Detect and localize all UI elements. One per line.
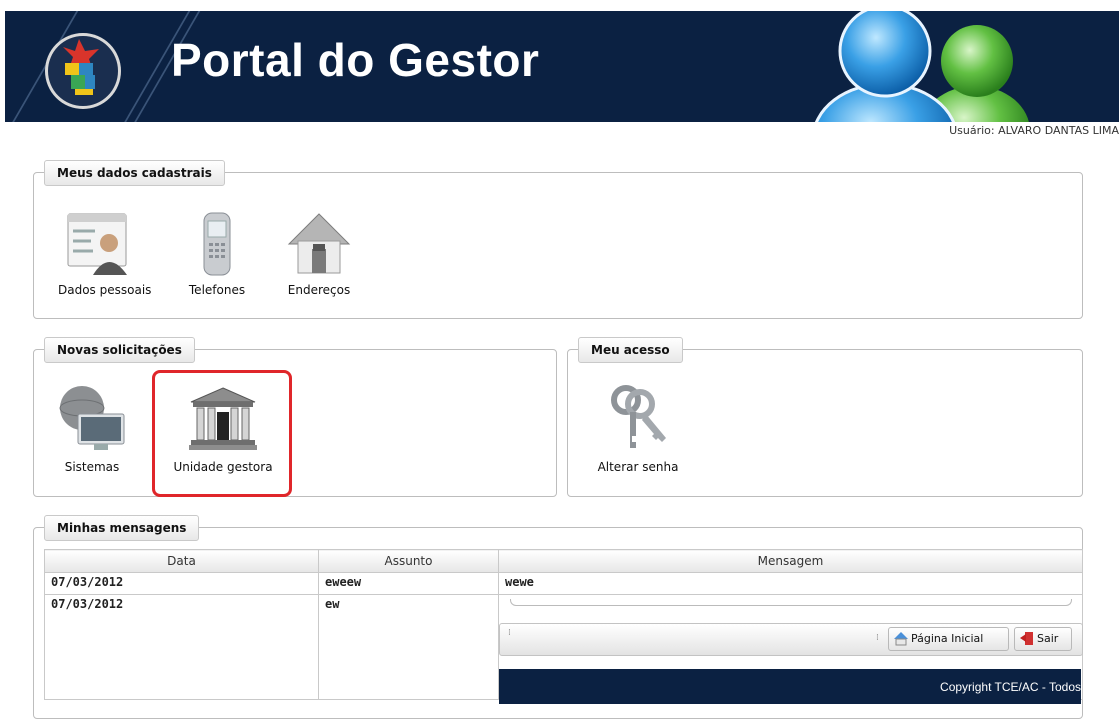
- column-header[interactable]: Assunto: [318, 549, 499, 573]
- exit-button[interactable]: Sair: [1014, 627, 1072, 651]
- mensagens-legend: Minhas mensagens: [44, 515, 200, 541]
- tile-telefones[interactable]: Telefones: [182, 211, 252, 297]
- meus-dados-legend: Meus dados cadastrais: [44, 160, 225, 186]
- toolbar-separator-icon: ⁞: [876, 633, 879, 643]
- meus-dados-panel: Meus dados cadastrais Dados pessoais Tel…: [33, 160, 1083, 319]
- footer-bar: Copyright TCE/AC - Todos: [499, 669, 1081, 704]
- tile-label: Telefones: [188, 283, 246, 297]
- user-label: Usuário: ALVARO DANTAS LIMA: [949, 124, 1119, 137]
- mobile-phone-icon: [203, 212, 231, 276]
- home-button-label: Página Inicial: [911, 632, 984, 645]
- id-card-person-icon: [67, 213, 127, 275]
- tile-label: Dados pessoais: [58, 283, 152, 297]
- tile-sistemas[interactable]: Sistemas: [56, 382, 128, 474]
- cell-mensagem: wewe: [498, 572, 1083, 595]
- cell-assunto: eweew: [318, 572, 499, 595]
- meu-acesso-panel: Meu acesso Alterar senha: [567, 337, 1083, 497]
- cell-data: 07/03/2012: [44, 594, 319, 700]
- tile-alterar-senha[interactable]: Alterar senha: [588, 382, 688, 474]
- home-button[interactable]: Página Inicial: [888, 627, 1009, 651]
- message-panel-edge: [510, 599, 1072, 606]
- bottom-toolbar: ⁞ ⁞ Página Inicial Sair: [499, 623, 1083, 656]
- house-icon: [287, 213, 351, 274]
- meu-acesso-legend: Meu acesso: [578, 337, 683, 363]
- tile-label: Alterar senha: [597, 460, 679, 474]
- globe-monitor-icon: [59, 386, 125, 450]
- tile-label: Sistemas: [64, 460, 120, 474]
- cell-data: 07/03/2012: [44, 572, 319, 595]
- keys-icon: [611, 385, 666, 448]
- page-title: Portal do Gestor: [171, 34, 540, 86]
- column-header[interactable]: Mensagem: [498, 549, 1083, 573]
- tile-label: Endereços: [287, 283, 351, 297]
- exit-icon: [1020, 632, 1033, 645]
- portal-logo: [45, 33, 121, 109]
- cell-assunto: ew: [318, 594, 499, 700]
- column-header[interactable]: Data: [44, 549, 319, 573]
- header-banner: Portal do Gestor: [5, 11, 1119, 122]
- copyright-text: Copyright TCE/AC - Todos: [940, 680, 1081, 694]
- novas-solicitacoes-legend: Novas solicitações: [44, 337, 195, 363]
- toolbar-grip-icon: ⁞: [508, 628, 511, 638]
- table-row[interactable]: 07/03/2012 eweew wewe: [44, 572, 1083, 595]
- tile-enderecos[interactable]: Endereços: [284, 211, 354, 297]
- selection-highlight: [152, 370, 292, 497]
- tile-dados-pessoais[interactable]: Dados pessoais: [58, 211, 152, 297]
- novas-solicitacoes-panel: Novas solicitações Sistemas Unidade gest…: [33, 337, 557, 497]
- users-illustration-icon: [814, 11, 1029, 122]
- table-header-row: Data Assunto Mensagem: [44, 549, 1083, 573]
- exit-button-label: Sair: [1037, 632, 1059, 645]
- home-icon: [894, 632, 908, 646]
